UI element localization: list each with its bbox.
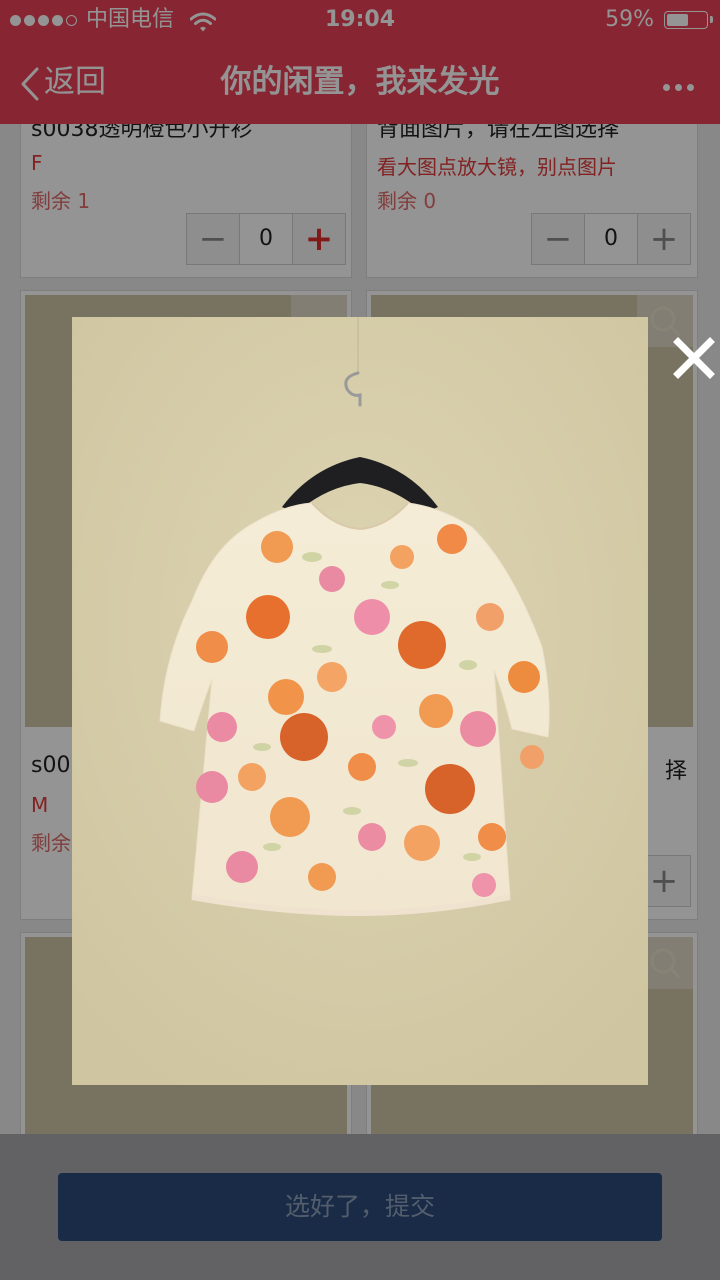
app-root: 中国电信 19:04 59% 返回 你的闲置，我来发光 s0038透明橙色小开衫… — [0, 0, 720, 1280]
preview-image — [72, 317, 648, 1085]
floral-blouse-photo — [72, 317, 648, 1085]
image-preview-overlay[interactable] — [0, 0, 720, 1280]
close-icon[interactable] — [670, 334, 718, 382]
